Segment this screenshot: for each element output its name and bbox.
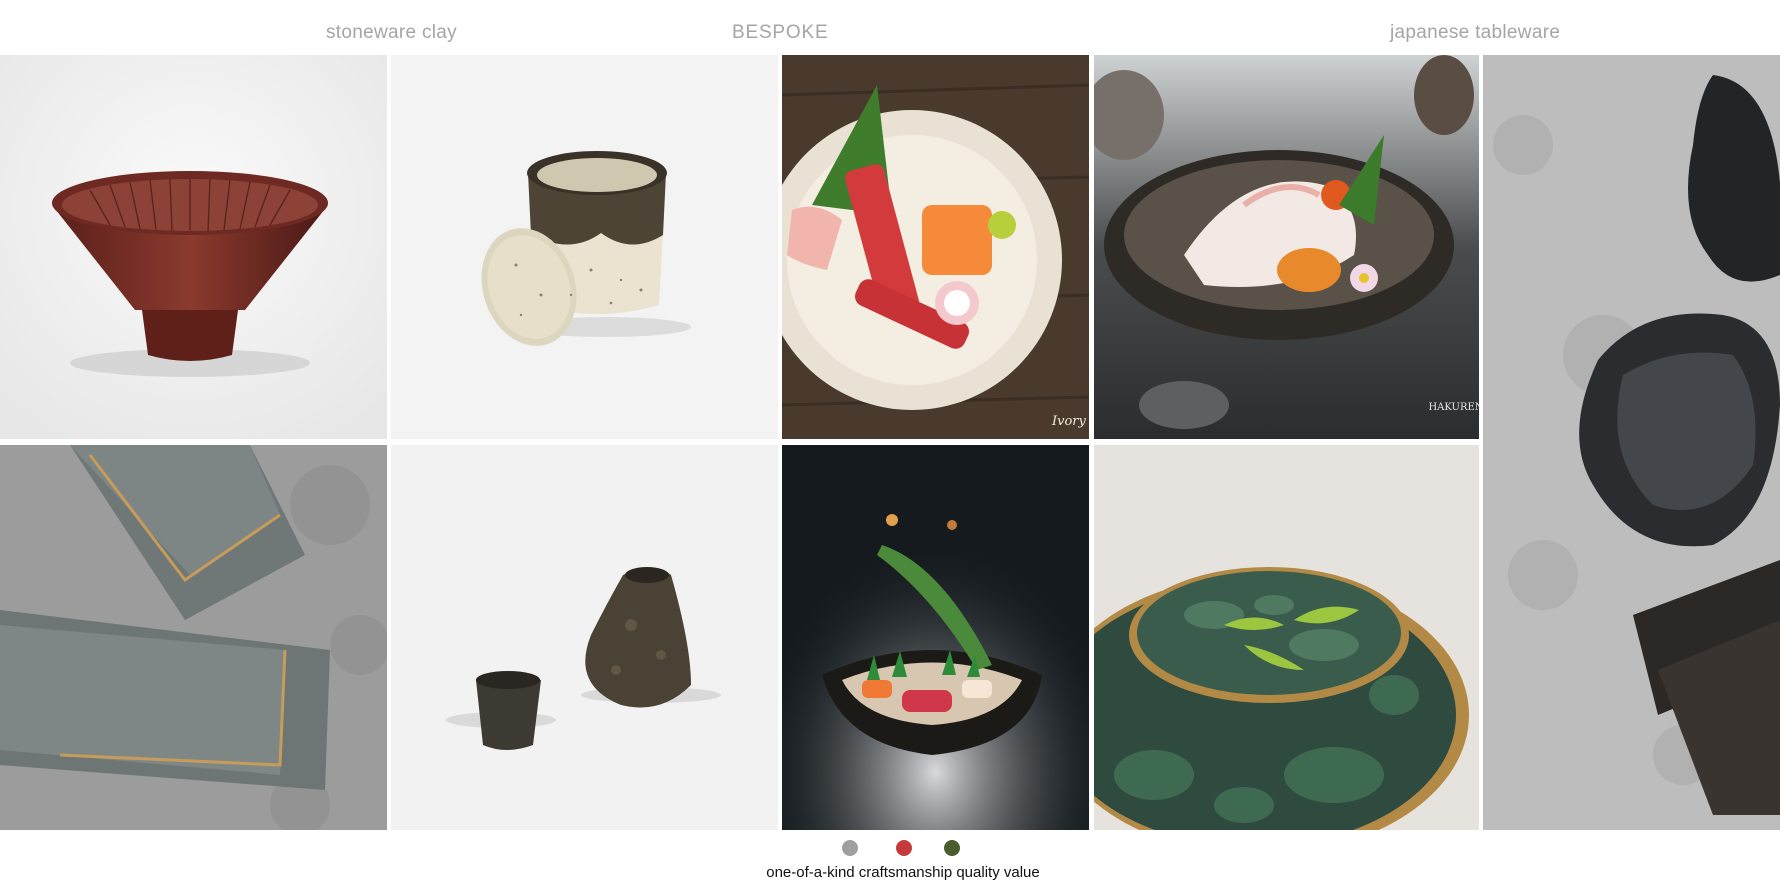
photo-sashimi-plate: Ivory (782, 55, 1089, 439)
legend-dot-grey (842, 840, 858, 856)
photo-green-plates-edamame (1094, 445, 1479, 830)
photo-dark-scalloped-dishes (1483, 55, 1780, 830)
signature-text: Ivory (1051, 414, 1087, 429)
photo-red-ribbed-bowl (0, 55, 387, 439)
photo-cup-and-vase (391, 445, 778, 830)
label-japanese-tableware: japanese tableware (1390, 22, 1561, 43)
brand-mark-text: HAKUREN (1428, 402, 1479, 413)
label-bespoke: BESPOKE (732, 22, 829, 43)
photo-sushi-smoke-bowl (782, 445, 1089, 830)
photo-grey-trays (0, 445, 387, 830)
legend-dot-green (944, 840, 960, 856)
photo-lidded-jar (391, 55, 778, 439)
label-stoneware-clay: stoneware clay (326, 22, 457, 43)
legend-dot-red (896, 840, 912, 856)
legend-caption: one-of-a-kind craftsmanship quality valu… (766, 864, 1040, 881)
photo-fish-sashimi-bowl: HAKUREN (1094, 55, 1479, 439)
